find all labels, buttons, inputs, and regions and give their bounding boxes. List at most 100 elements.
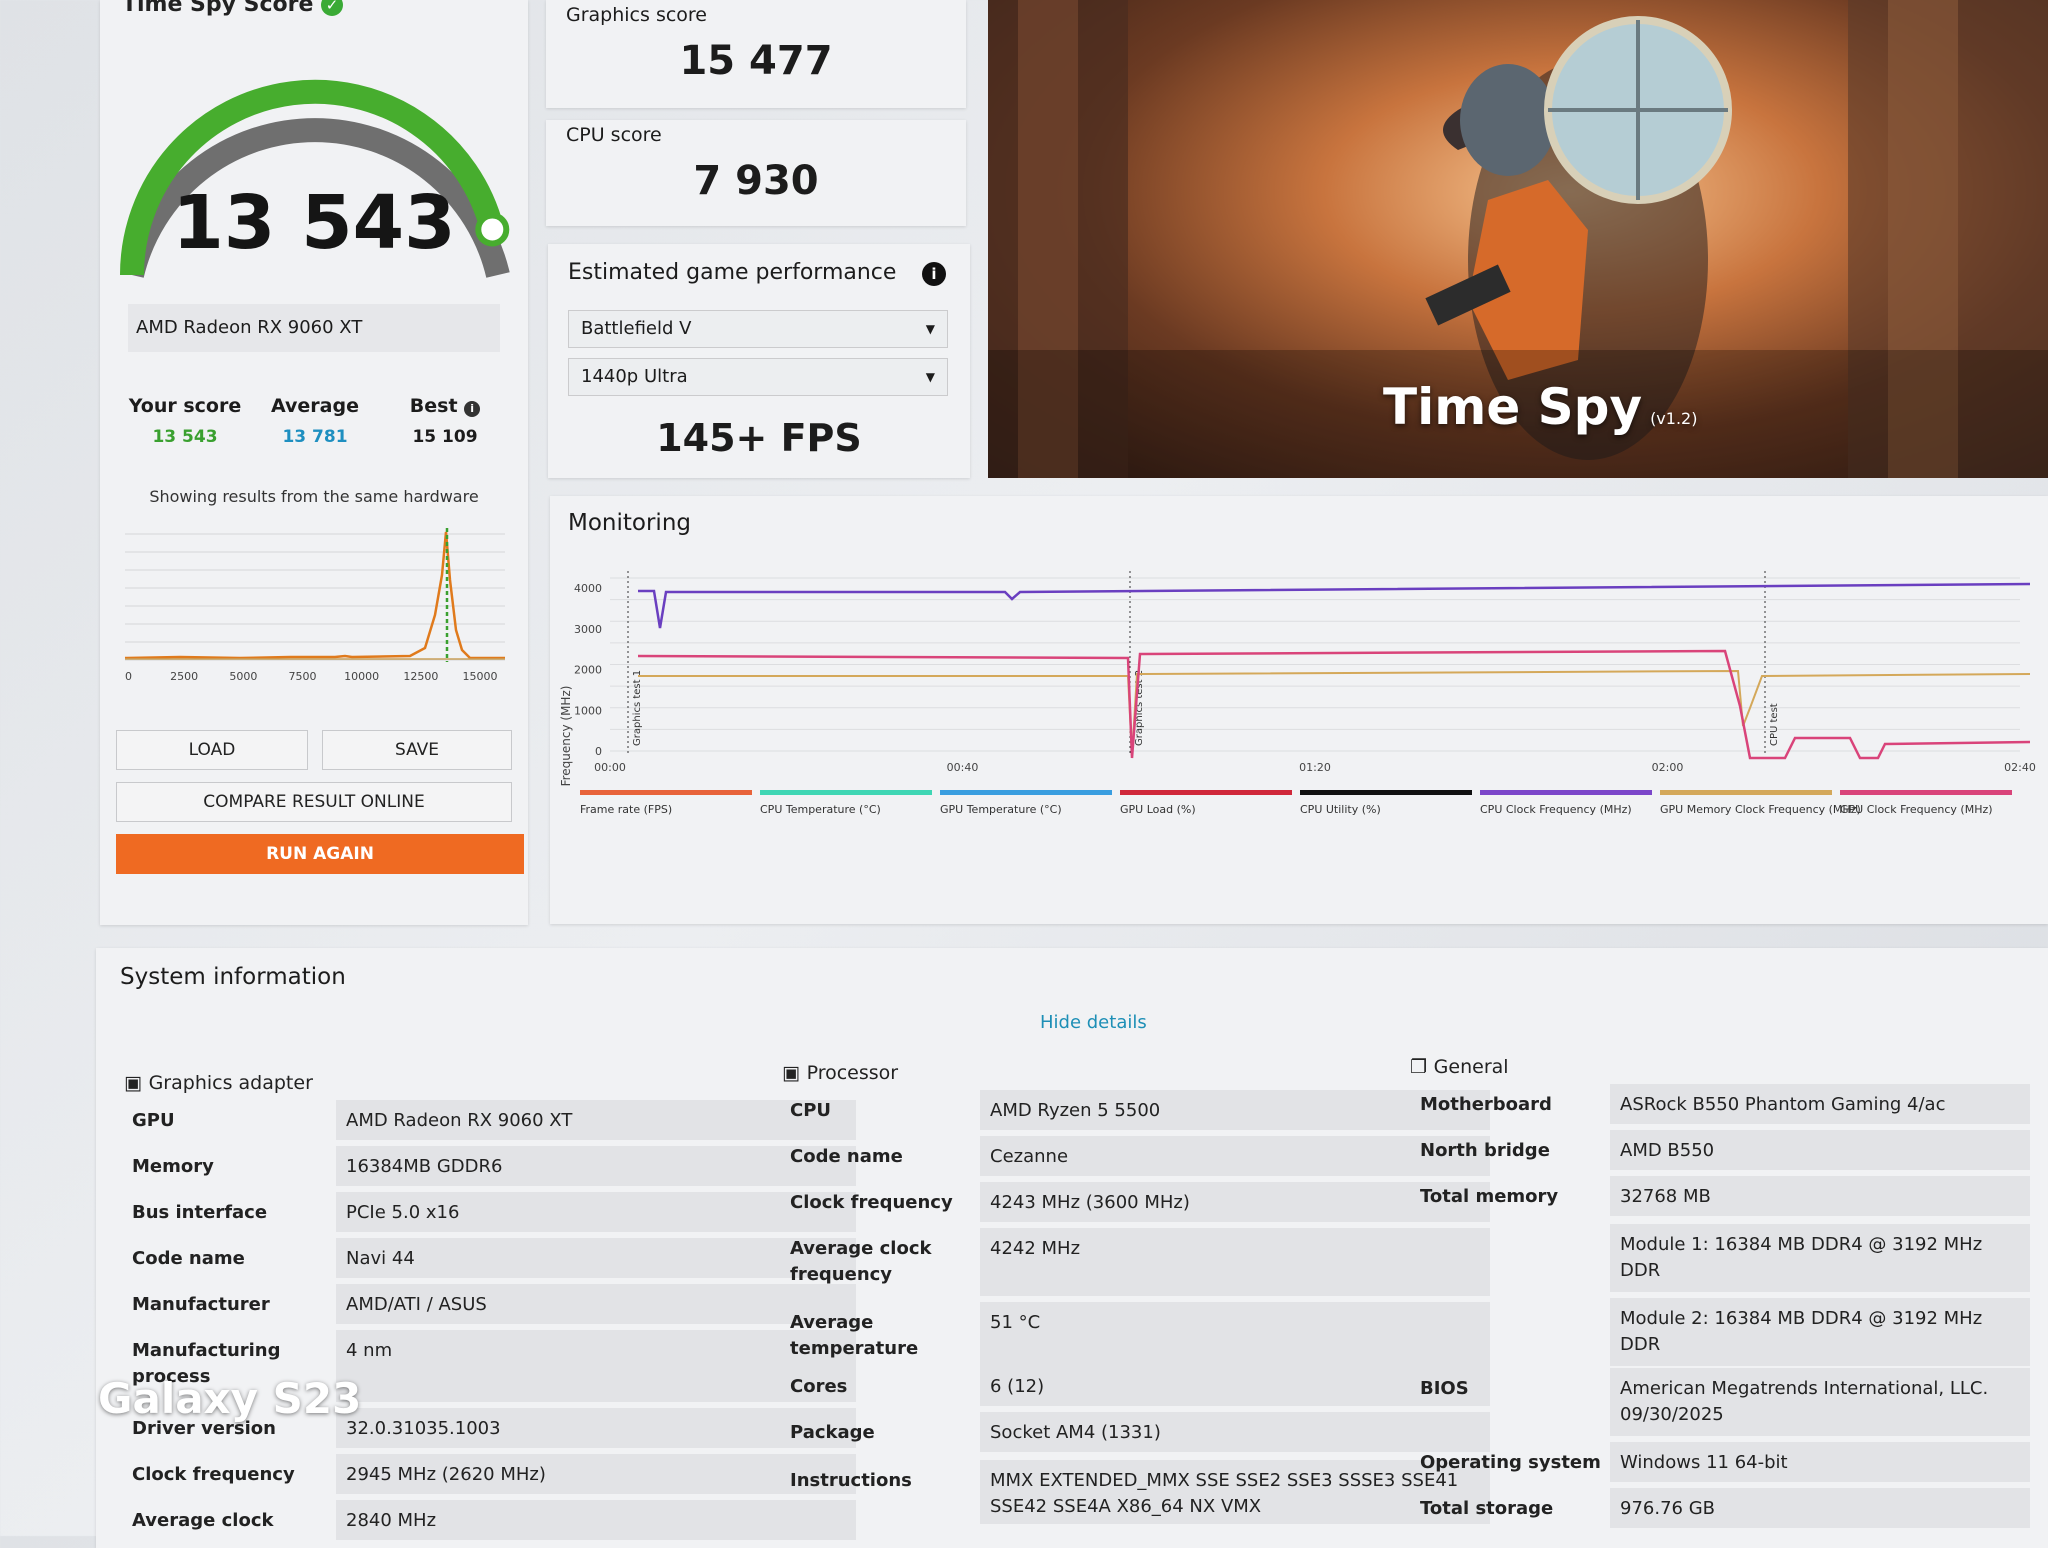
row-label: Code name — [132, 1248, 245, 1269]
row-label: Average clock frequency — [790, 1238, 932, 1285]
load-button[interactable]: LOAD — [116, 730, 308, 770]
showing-text: Showing results from the same hardware — [149, 487, 479, 506]
save-button[interactable]: SAVE — [322, 730, 512, 770]
row-value: 51 °C — [980, 1302, 1490, 1370]
row-value: 32.0.31035.1003 — [336, 1408, 856, 1448]
row-value: 16384MB GDDR6 — [336, 1146, 856, 1186]
general-heading: ❐ General — [1410, 1056, 1509, 1078]
row-value: 2945 MHz (2620 MHz) — [336, 1454, 856, 1494]
row-value: 2840 MHz — [336, 1500, 856, 1540]
row-value: 6 (12) — [980, 1366, 1490, 1406]
legend-label: Frame rate (FPS) — [580, 803, 672, 816]
test-marker-label: CPU test — [1769, 703, 1780, 746]
row-label: Instructions — [790, 1470, 912, 1491]
row-value: Cezanne — [980, 1136, 1490, 1176]
hero-title: Time Spy (v1.2) — [1383, 378, 1698, 436]
legend-swatch[interactable] — [940, 790, 1112, 795]
run-again-button[interactable]: RUN AGAIN — [116, 834, 524, 874]
system-info-title: System information — [120, 964, 346, 990]
average-score: Average 13 781 — [271, 395, 359, 447]
row-label: Average temperature — [790, 1312, 919, 1359]
gpu-name: AMD Radeon RX 9060 XT — [128, 304, 500, 352]
best-score: Best i 15 109 — [380, 395, 510, 447]
check-icon: ✓ — [321, 0, 344, 16]
fps-estimate: 145+ FPS — [656, 416, 862, 460]
gpu-clock-line — [637, 649, 2031, 760]
legend-swatch[interactable] — [760, 790, 932, 795]
score-card: Time Spy Score ✓ 13 543 AMD Radeon RX 90… — [100, 0, 528, 925]
graphics-score: 15 477 — [679, 38, 833, 84]
x-tick-label: 00:00 — [594, 761, 626, 774]
processor-heading: ▣ Processor — [782, 1062, 899, 1084]
game-select[interactable]: Battlefield V ▼ — [568, 310, 948, 348]
gpu-memory-clock-line — [638, 669, 2031, 757]
legend-label: GPU Memory Clock Frequency (MHz) — [1660, 803, 1861, 816]
x-tick-label: 00:40 — [947, 761, 979, 774]
chevron-down-icon: ▼ — [925, 370, 935, 384]
row-label: Cores — [790, 1376, 848, 1397]
row-value: 976.76 GB — [1610, 1488, 2030, 1528]
dist-tick-label: 10000 — [344, 670, 379, 683]
system-information-card: System information Hide details ▣ Graphi… — [96, 948, 2048, 1548]
legend-label: GPU Load (%) — [1120, 803, 1196, 816]
row-value: American Megatrends International, LLC. … — [1610, 1368, 2030, 1436]
graphics-score-card: Graphics score 15 477 — [546, 0, 966, 108]
legend-swatch[interactable] — [1660, 790, 1832, 795]
row-label: Memory — [132, 1156, 214, 1177]
row-label: Motherboard — [1420, 1094, 1552, 1115]
y-tick-label: 0 — [595, 745, 602, 758]
row-value: Module 2: 16384 MB DDR4 @ 3192 MHz DDR — [1610, 1298, 2030, 1366]
legend-swatch[interactable] — [1840, 790, 2012, 795]
x-tick-label: 02:00 — [1652, 761, 1684, 774]
graphics-adapter-heading: ▣ Graphics adapter — [124, 1072, 313, 1094]
dist-tick-label: 5000 — [229, 670, 257, 683]
row-value: MMX EXTENDED_MMX SSE SSE2 SSE3 SSSE3 SSE… — [980, 1460, 1490, 1524]
monitoring-card: Monitoring Frequency (MHz) 0 1000 2000 3000… — [550, 496, 2048, 924]
row-label: Clock frequency — [790, 1192, 953, 1213]
legend-label: CPU Clock Frequency (MHz) — [1480, 803, 1632, 816]
dist-tick-label: 15000 — [463, 670, 498, 683]
row-value: 4 nm — [336, 1330, 856, 1402]
test-marker-label: Graphics test 1 — [632, 670, 643, 746]
estimate-title: Estimated game performance — [568, 260, 897, 285]
row-label: Total storage — [1420, 1498, 1554, 1519]
preset-select[interactable]: 1440p Ultra ▼ — [568, 358, 948, 396]
compare-online-button[interactable]: COMPARE RESULT ONLINE — [116, 782, 512, 822]
legend-label: GPU Clock Frequency (MHz) — [1840, 803, 1993, 816]
row-value: Navi 44 — [336, 1238, 856, 1278]
row-value: 4242 MHz — [980, 1228, 1490, 1296]
row-label: BIOS — [1420, 1378, 1469, 1399]
row-value: 4243 MHz (3600 MHz) — [980, 1182, 1490, 1222]
legend-label: CPU Utility (%) — [1300, 803, 1381, 816]
your-score: Your score 13 543 — [128, 395, 242, 447]
legend-swatch[interactable] — [580, 790, 752, 795]
total-score: 13 543 — [172, 180, 456, 266]
row-value: Windows 11 64-bit — [1610, 1442, 2030, 1482]
row-label: Average clock — [132, 1510, 274, 1531]
benchmark-hero-image: Time Spy (v1.2) — [988, 0, 2048, 478]
row-label: Package — [790, 1422, 875, 1443]
score-title: Time Spy Score ✓ — [122, 0, 344, 17]
y-tick-label: 1000 — [574, 704, 602, 717]
legend-swatch[interactable] — [1480, 790, 1652, 795]
row-label: Bus interface — [132, 1202, 268, 1223]
dist-tick-label: 12500 — [403, 670, 438, 683]
row-label: Clock frequency — [132, 1464, 295, 1485]
legend-swatch[interactable] — [1300, 790, 1472, 795]
row-value: PCIe 5.0 x16 — [336, 1192, 856, 1232]
info-icon[interactable]: i — [922, 262, 946, 286]
dist-tick-label: 7500 — [289, 670, 317, 683]
x-tick-label: 02:40 — [2004, 761, 2036, 774]
legend-label: CPU Temperature (°C) — [760, 803, 881, 816]
dist-tick-label: 2500 — [170, 670, 198, 683]
score-distribution-chart: 0 2500 5000 7500 10000 12500 15000 — [124, 528, 505, 683]
legend-swatch[interactable] — [1120, 790, 1292, 795]
hide-details-link[interactable]: Hide details — [1040, 1012, 1147, 1033]
row-label: Code name — [790, 1146, 903, 1167]
cpu-score: 7 930 — [693, 158, 819, 204]
info-icon[interactable]: i — [464, 401, 481, 417]
row-value: AMD/ATI / ASUS — [336, 1284, 856, 1324]
row-value: AMD Ryzen 5 5500 — [980, 1090, 1490, 1130]
row-label: GPU — [132, 1110, 175, 1131]
row-label: North bridge — [1420, 1140, 1550, 1161]
